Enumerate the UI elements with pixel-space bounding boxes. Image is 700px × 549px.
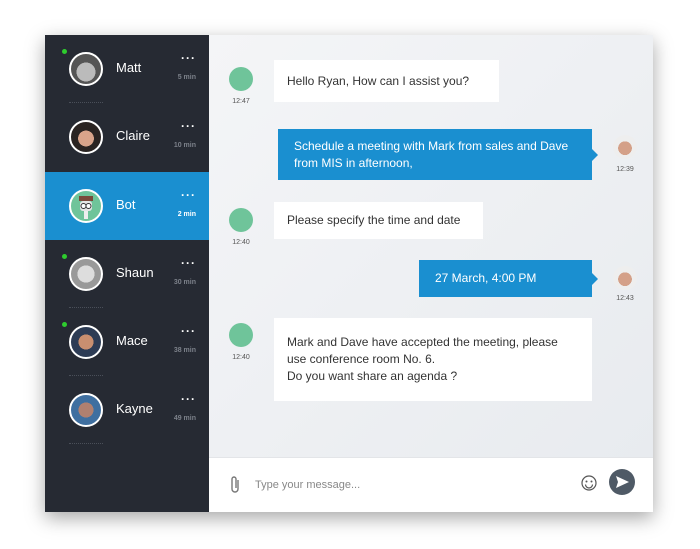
contact-mace[interactable]: Mace ··· 38 min [45, 308, 209, 376]
contact-name: Bot [116, 197, 136, 212]
claire-avatar [69, 120, 103, 154]
contact-name: Shaun [116, 265, 154, 280]
contact-time: 2 min [177, 211, 196, 218]
shaun-avatar [69, 257, 103, 291]
mace-avatar [69, 325, 103, 359]
bot-message: Hello Ryan, How can I assist you? [274, 60, 499, 102]
contact-time: 10 min [173, 142, 196, 149]
matt-avatar [69, 52, 103, 86]
user-message: Schedule a meeting with Mark from sales … [278, 129, 598, 180]
attachment-icon[interactable] [229, 475, 241, 495]
contact-bot[interactable]: Bot ··· 2 min [45, 172, 209, 240]
more-icon[interactable]: ··· [181, 188, 196, 202]
composer [209, 457, 653, 512]
bot-avatar [69, 189, 103, 223]
online-indicator [62, 49, 67, 54]
contact-time: 30 min [173, 279, 196, 286]
emoji-icon[interactable] [581, 475, 597, 491]
contact-matt[interactable]: Matt ··· 5 min [45, 35, 209, 103]
message-time: 12:47 [232, 98, 250, 105]
bot-avatar [229, 208, 253, 232]
message-text: Schedule a meeting with Mark from sales … [294, 138, 569, 170]
contact-name: Kayne [116, 401, 153, 416]
contact-name: Matt [116, 60, 142, 75]
message-input[interactable] [255, 474, 555, 496]
more-icon[interactable]: ··· [181, 51, 196, 65]
divider [69, 443, 103, 444]
message-time: 12:39 [616, 166, 634, 173]
message-text: Mark and Dave have accepted the meeting,… [287, 335, 558, 383]
contact-time: 38 min [173, 347, 196, 354]
user-message: 27 March, 4:00 PM [419, 260, 598, 297]
contact-claire[interactable]: Claire ··· 10 min [45, 103, 209, 171]
bot-message: Please specify the time and date [274, 202, 483, 239]
user-avatar [613, 135, 637, 159]
message-area: 12:47 Hello Ryan, How can I assist you? … [209, 35, 653, 457]
send-button[interactable] [609, 469, 635, 495]
send-icon [615, 476, 629, 488]
message-time: 12:40 [232, 354, 250, 361]
more-icon[interactable]: ··· [181, 324, 196, 338]
message-text: 27 March, 4:00 PM [435, 271, 537, 285]
chat-window: Matt ··· 5 min Claire ··· 10 min Bot ···… [45, 35, 653, 512]
message-time: 12:40 [232, 239, 250, 246]
contact-name: Claire [116, 128, 150, 143]
more-icon[interactable]: ··· [181, 256, 196, 270]
message-text: Hello Ryan, How can I assist you? [287, 73, 470, 88]
kayne-avatar [69, 393, 103, 427]
more-icon[interactable]: ··· [181, 392, 196, 406]
message-text: Please specify the time and date [287, 213, 461, 227]
contact-time: 5 min [177, 74, 196, 81]
bot-avatar [229, 67, 253, 91]
contact-shaun[interactable]: Shaun ··· 30 min [45, 240, 209, 308]
online-indicator [62, 254, 67, 259]
message-time: 12:43 [616, 295, 634, 302]
bot-avatar [229, 323, 253, 347]
user-avatar [613, 266, 637, 290]
contact-time: 49 min [173, 415, 196, 422]
contact-kayne[interactable]: Kayne ··· 49 min [45, 376, 209, 444]
contact-sidebar: Matt ··· 5 min Claire ··· 10 min Bot ···… [45, 35, 209, 512]
more-icon[interactable]: ··· [181, 119, 196, 133]
online-indicator [62, 322, 67, 327]
bot-message: Mark and Dave have accepted the meeting,… [274, 318, 592, 401]
contact-name: Mace [116, 333, 148, 348]
